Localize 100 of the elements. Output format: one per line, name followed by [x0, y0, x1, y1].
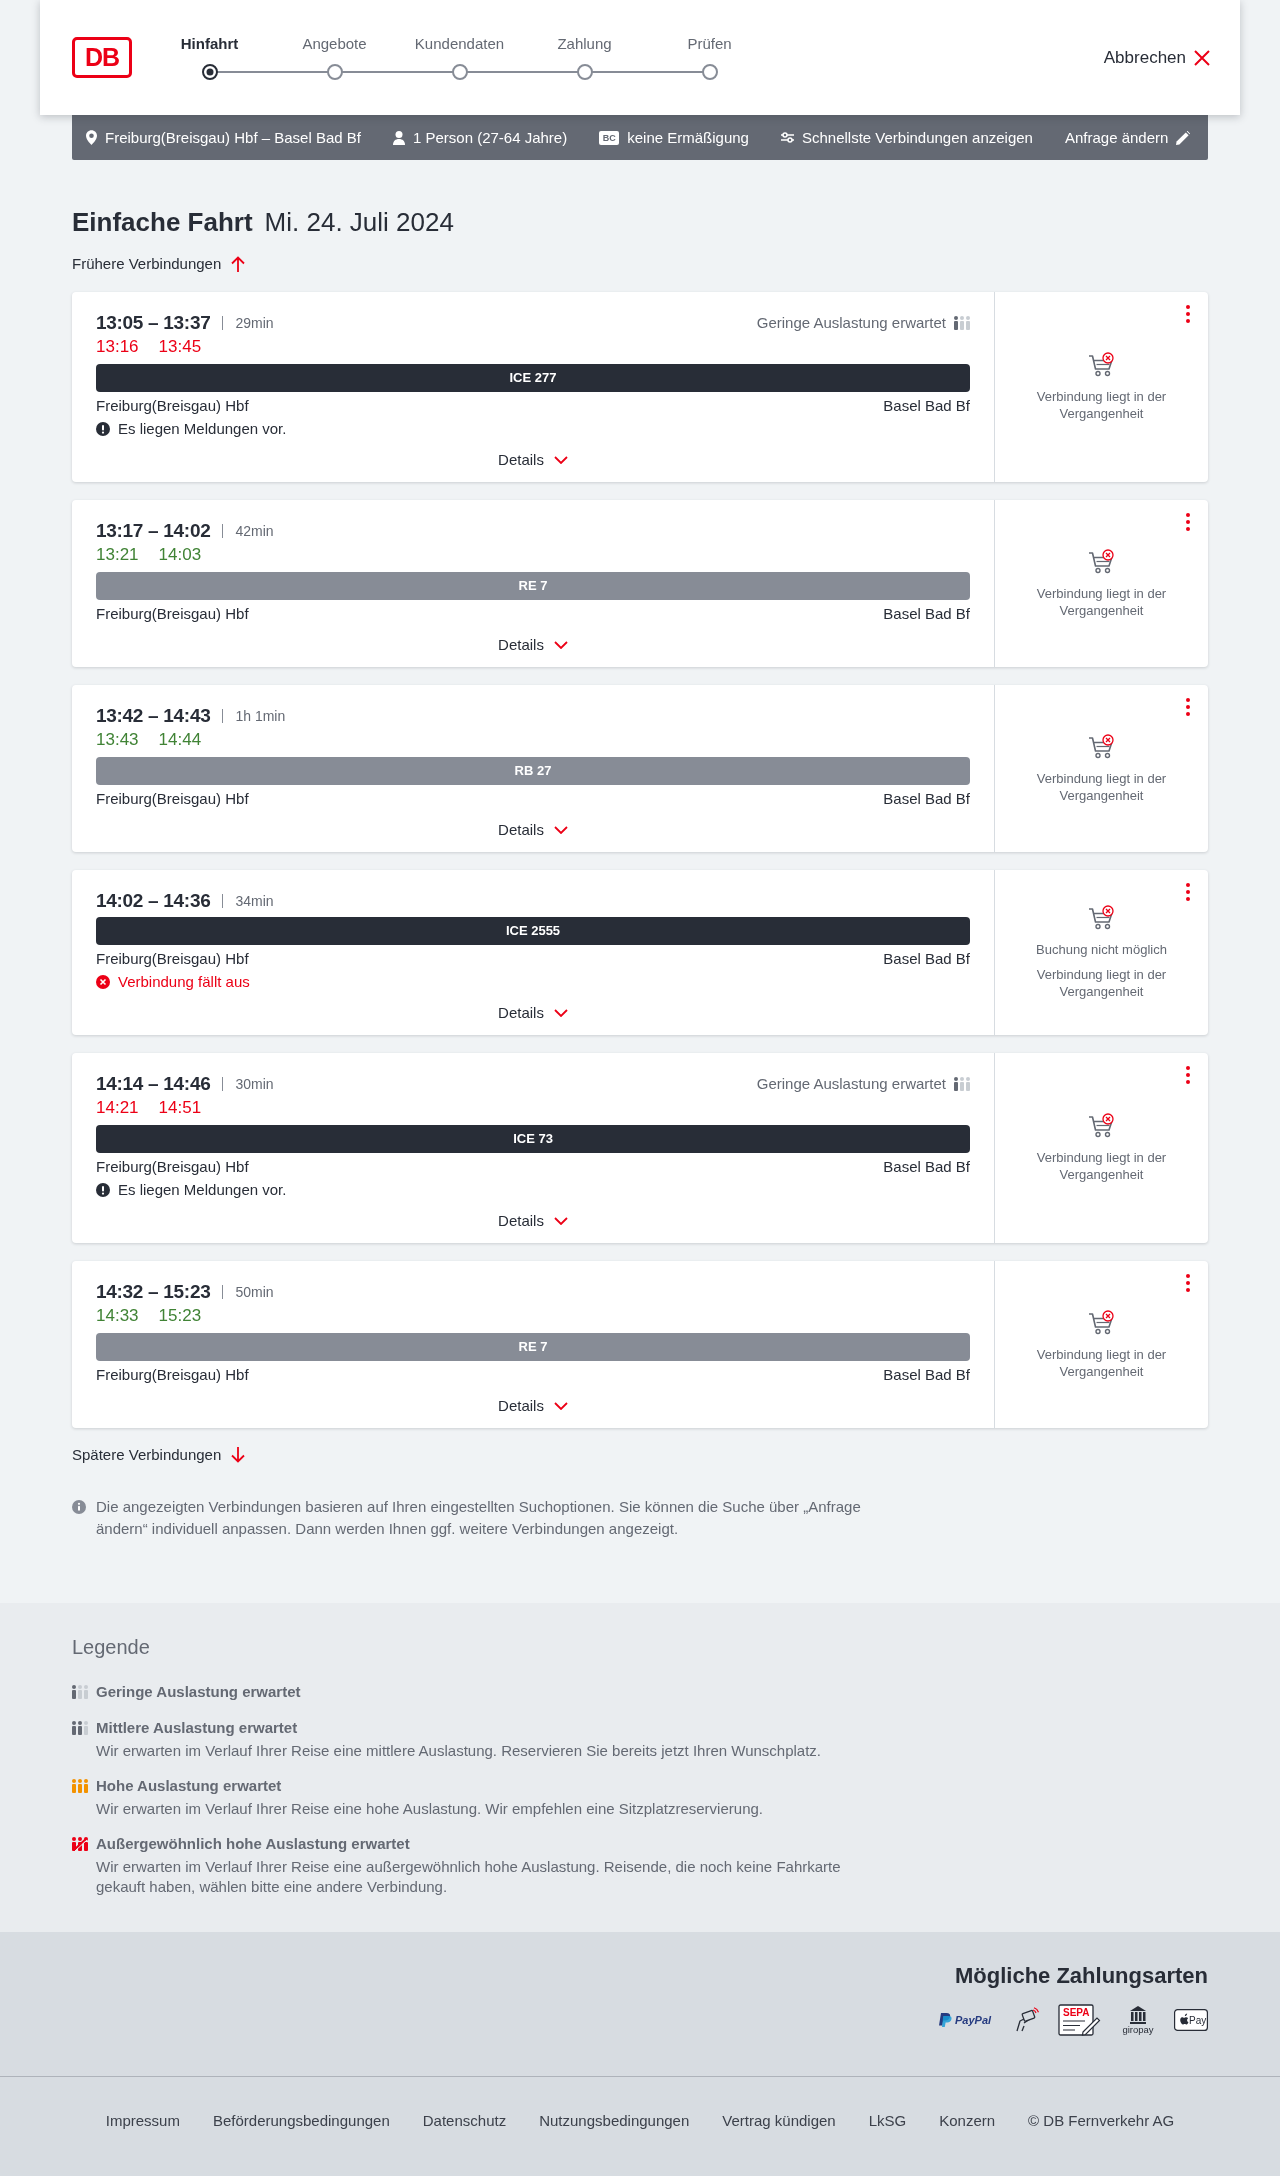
info-icon [72, 1500, 86, 1514]
legend-item-description: Wir erwarten im Verlauf Ihrer Reise eine mittlere Auslastung. Reservieren Sie bereits jetzt Ihren Wunschplatz. [95, 1741, 823, 1761]
occupancy-icon [954, 316, 970, 330]
sepa-logo: SEPA [1058, 2004, 1102, 2036]
booking-status-text: Verbindung liegt in der Vergangenheit [1035, 966, 1168, 1000]
earlier-connections-link[interactable]: Frühere Verbindungen [72, 254, 246, 274]
cart-unavailable-icon [1087, 548, 1116, 575]
realtime-time: 14:33 [96, 1305, 139, 1327]
cart-unavailable-icon [1087, 1113, 1116, 1139]
details-button[interactable]: Details [498, 1395, 568, 1417]
details-button[interactable]: Details [498, 1002, 568, 1024]
later-connections-link[interactable]: Spätere Verbindungen [72, 1445, 246, 1465]
occupancy-icon [72, 1721, 88, 1735]
departure-station: Freiburg(Breisgau) Hbf [96, 604, 249, 624]
realtime-time: 13:43 [96, 729, 139, 751]
journey-duration: 42min [235, 522, 274, 541]
step-label: Angebote [302, 34, 367, 54]
logo[interactable]: DB [72, 37, 132, 78]
cancel-circle-icon [96, 975, 110, 989]
details-button[interactable]: Details [498, 1210, 568, 1232]
legend-title: Legende [72, 1635, 151, 1660]
cancel-button[interactable]: Abbrechen [1103, 46, 1210, 69]
warning-circle-icon [96, 422, 110, 436]
train-line-bar: RE 7 [96, 1333, 970, 1361]
search-summary-text: Freiburg(Breisgau) Hbf – Basel Bad Bf [105, 127, 361, 148]
footer-link[interactable]: © DB Fernverkehr AG [1028, 2111, 1175, 2131]
legend-item-title: Mittlere Auslastung erwartet [96, 1718, 298, 1738]
paypal-logo: PayPal [938, 2012, 996, 2028]
chevron-down-icon [553, 826, 568, 834]
info-note: Die angezeigten Verbindungen basieren auf Ihren eingestellten Suchoptionen. Sie können die Suche über „Anfrage ändern“ individuell anpassen. Dann werden Ihnen ggf. weitere Verbindungen angezeigt. [96, 1497, 862, 1539]
pencil-icon [1176, 130, 1191, 145]
occupancy-icon [72, 1779, 88, 1793]
search-summary-text: 1 Person (27-64 Jahre) [412, 127, 568, 148]
details-button[interactable]: Details [498, 449, 568, 471]
journey-duration: 1h 1min [235, 707, 286, 726]
journey-times: 14:02 – 14:36 [96, 890, 211, 912]
vertical-dots-icon [1186, 883, 1190, 901]
train-line-bar: ICE 277 [96, 364, 970, 392]
notice-text: Es liegen Meldungen vor. [118, 1180, 287, 1200]
cart-unavailable-icon [1087, 1309, 1116, 1336]
realtime-time: 14:44 [158, 729, 202, 751]
arrival-station: Basel Bad Bf [883, 789, 970, 809]
details-button[interactable]: Details [498, 634, 568, 656]
step-label: Prüfen [687, 34, 732, 54]
notice-text: Verbindung fällt aus [118, 972, 250, 992]
footer-link[interactable]: Konzern [939, 2111, 996, 2131]
occupancy-text: Geringe Auslastung erwartet [756, 313, 946, 333]
chevron-down-icon [553, 1402, 568, 1410]
legend-item-title: Hohe Auslastung erwartet [96, 1776, 282, 1796]
occupancy-text: Geringe Auslastung erwartet [756, 1074, 946, 1094]
journey-duration: 29min [235, 314, 274, 333]
arrival-station: Basel Bad Bf [883, 949, 970, 969]
realtime-time: 14:51 [158, 1097, 202, 1119]
footer-link[interactable]: LkSG [868, 2111, 907, 2131]
vertical-dots-icon [1186, 1066, 1190, 1084]
footer-link[interactable]: Datenschutz [422, 2111, 507, 2131]
cart-unavailable-icon [1087, 352, 1116, 378]
train-line-bar: RB 27 [96, 757, 970, 785]
chevron-down-icon [553, 456, 568, 464]
journey-times: 13:05 – 13:37 [96, 312, 211, 334]
vertical-dots-icon [1186, 513, 1190, 531]
arrow-down-icon [231, 1447, 246, 1463]
edit-request-button[interactable]: Anfrage ändern [1064, 127, 1191, 148]
departure-station: Freiburg(Breisgau) Hbf [96, 1365, 249, 1385]
location-pin-icon [86, 130, 97, 145]
cart-unavailable-icon [1087, 905, 1116, 931]
legend-item-title: Außergewöhnlich hohe Auslastung erwartet [96, 1834, 410, 1854]
booking-status-text: Verbindung liegt in der Vergangenheit [1035, 1345, 1168, 1380]
booking-status-text: Buchung nicht möglich [1035, 941, 1168, 958]
step-label: Kundendaten [414, 34, 505, 54]
arrival-station: Basel Bad Bf [883, 604, 970, 624]
booking-status-text: Verbindung liegt in der Vergangenheit [1035, 388, 1168, 422]
train-line-bar: ICE 2555 [96, 917, 970, 945]
footer-link[interactable]: Vertrag kündigen [722, 2111, 836, 2131]
card-badge: BC [599, 130, 620, 145]
arrow-up-icon [231, 256, 246, 272]
footer-link[interactable]: Beförderungsbedingungen [212, 2111, 390, 2131]
train-line-bar: ICE 73 [96, 1125, 970, 1153]
travel-date: Mi. 24. Juli 2024 [264, 206, 454, 238]
journey-times: 14:32 – 15:23 [96, 1281, 211, 1303]
person-icon [392, 130, 405, 145]
booking-status-text: Verbindung liegt in der Vergangenheit [1035, 584, 1168, 619]
page-title: Einfache Fahrt [72, 206, 253, 238]
details-button[interactable]: Details [498, 819, 568, 841]
journey-duration: 50min [235, 1283, 274, 1302]
search-summary-text: keine Ermäßigung [627, 127, 749, 148]
chevron-down-icon [553, 1217, 568, 1225]
footer-link[interactable]: Impressum [105, 2111, 180, 2131]
sliders-icon [780, 132, 794, 143]
cart-unavailable-icon [1087, 733, 1116, 760]
vertical-dots-icon [1186, 1274, 1190, 1292]
departure-station: Freiburg(Breisgau) Hbf [96, 949, 249, 969]
notice-text: Es liegen Meldungen vor. [118, 419, 287, 439]
realtime-time: 13:16 [96, 336, 139, 358]
journey-duration: 30min [235, 1075, 274, 1094]
vertical-dots-icon [1186, 698, 1190, 716]
occupancy-icon [954, 1077, 970, 1091]
departure-station: Freiburg(Breisgau) Hbf [96, 1157, 249, 1177]
journey-times: 13:17 – 14:02 [96, 520, 211, 542]
footer-link[interactable]: Nutzungsbedingungen [539, 2111, 690, 2131]
